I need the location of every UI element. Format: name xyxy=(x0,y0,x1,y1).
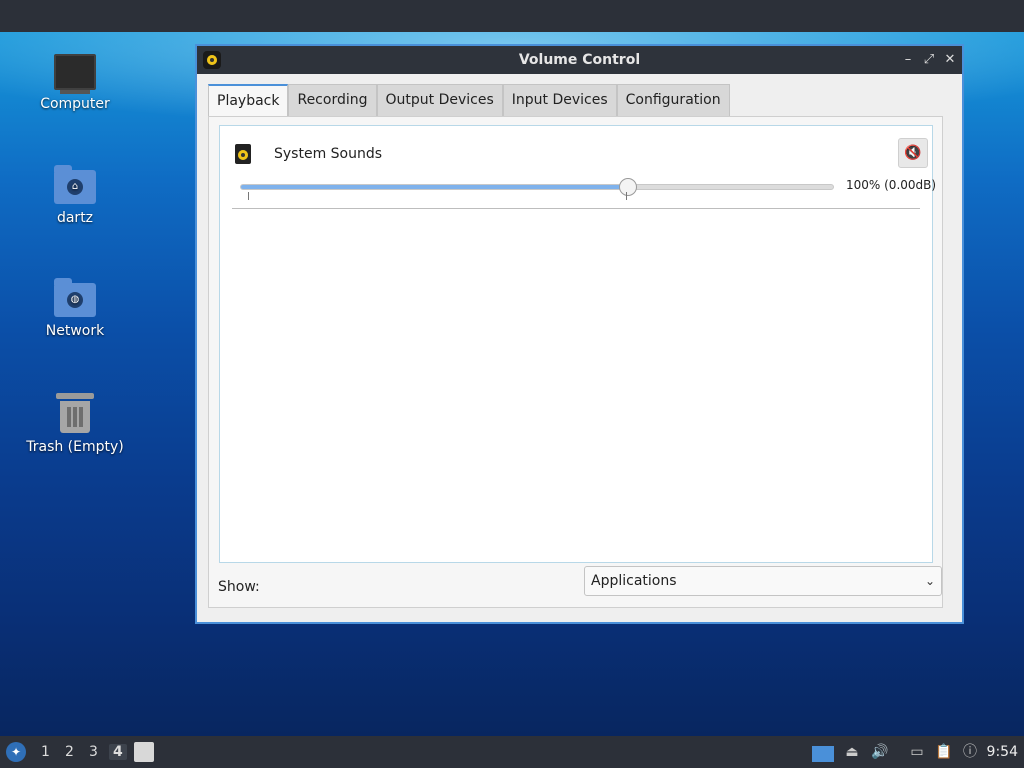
show-filter-select[interactable]: Applications ⌄ xyxy=(584,566,942,596)
desktop-icon-label: dartz xyxy=(56,210,94,226)
window-title: Volume Control xyxy=(518,52,641,68)
chevron-down-icon: ⌄ xyxy=(924,574,935,588)
tab-output-devices[interactable]: Output Devices xyxy=(376,84,503,116)
desktop-icon-network[interactable]: ◍ Network xyxy=(20,278,130,339)
volume-slider[interactable] xyxy=(240,178,834,196)
trash-icon xyxy=(56,393,94,433)
show-label: Show: xyxy=(218,579,260,595)
taskbar: ✦ 1 2 3 4 ⏏ 🔊 ▭ 📋 ⓘ 9:54 xyxy=(0,736,1024,768)
volume-icon[interactable]: 🔊 xyxy=(870,742,890,762)
slider-tick-min xyxy=(248,192,249,200)
workspace-4[interactable]: 4 xyxy=(109,744,127,760)
clipboard-icon[interactable]: 📋 xyxy=(934,742,954,762)
network-icon[interactable]: ▭ xyxy=(906,742,928,762)
stream-list: System Sounds 🔇 100% (0.00dB) xyxy=(219,125,937,563)
volume-slider-fill xyxy=(241,185,628,189)
tab-bar: Playback Recording Output Devices Input … xyxy=(208,84,730,116)
notification-icon[interactable]: ⓘ xyxy=(960,742,980,762)
top-panel xyxy=(0,0,1024,32)
volume-control-window: Volume Control – ⤢ ✕ Playback Recording … xyxy=(195,44,964,624)
tab-configuration[interactable]: Configuration xyxy=(616,84,730,116)
playback-panel: System Sounds 🔇 100% (0.00dB) Show: Appl… xyxy=(208,116,943,608)
minimize-icon[interactable]: – xyxy=(898,50,918,70)
window-titlebar[interactable]: Volume Control – ⤢ ✕ xyxy=(197,46,962,74)
desktop-icon-label: Computer xyxy=(40,96,110,112)
volume-slider-handle[interactable] xyxy=(619,178,637,196)
eject-icon[interactable]: ⏏ xyxy=(844,742,860,762)
start-menu-icon[interactable]: ✦ xyxy=(6,742,26,762)
volume-value-label: 100% (0.00dB) xyxy=(846,178,937,192)
network-folder-icon: ◍ xyxy=(54,278,96,317)
close-icon[interactable]: ✕ xyxy=(940,50,960,70)
desktop-icon-label: Network xyxy=(45,323,105,339)
tab-recording[interactable]: Recording xyxy=(288,84,377,116)
workspace-1[interactable]: 1 xyxy=(41,744,50,760)
stream-separator xyxy=(232,208,920,209)
workspace-2[interactable]: 2 xyxy=(65,744,74,760)
workspace-3[interactable]: 3 xyxy=(89,744,98,760)
display-icon[interactable] xyxy=(812,746,834,762)
tab-input-devices[interactable]: Input Devices xyxy=(502,84,617,116)
file-manager-icon[interactable] xyxy=(134,742,154,762)
mute-button[interactable]: 🔇 xyxy=(898,138,928,168)
show-filter-value: Applications xyxy=(591,573,677,589)
desktop-icon-computer[interactable]: Computer xyxy=(20,54,130,112)
desktop-icon-label: Trash (Empty) xyxy=(26,439,124,455)
desktop-icon-trash[interactable]: Trash (Empty) xyxy=(20,393,130,455)
maximize-icon[interactable]: ⤢ xyxy=(919,50,939,70)
clock[interactable]: 9:54 xyxy=(987,744,1018,760)
computer-icon xyxy=(54,54,96,94)
desktop-icon-home[interactable]: ⌂ dartz xyxy=(20,165,130,226)
tab-playback[interactable]: Playback xyxy=(208,84,289,116)
slider-tick-100 xyxy=(626,192,627,200)
stream-name: System Sounds xyxy=(274,146,383,162)
speaker-icon xyxy=(235,144,251,164)
home-folder-icon: ⌂ xyxy=(54,165,96,204)
